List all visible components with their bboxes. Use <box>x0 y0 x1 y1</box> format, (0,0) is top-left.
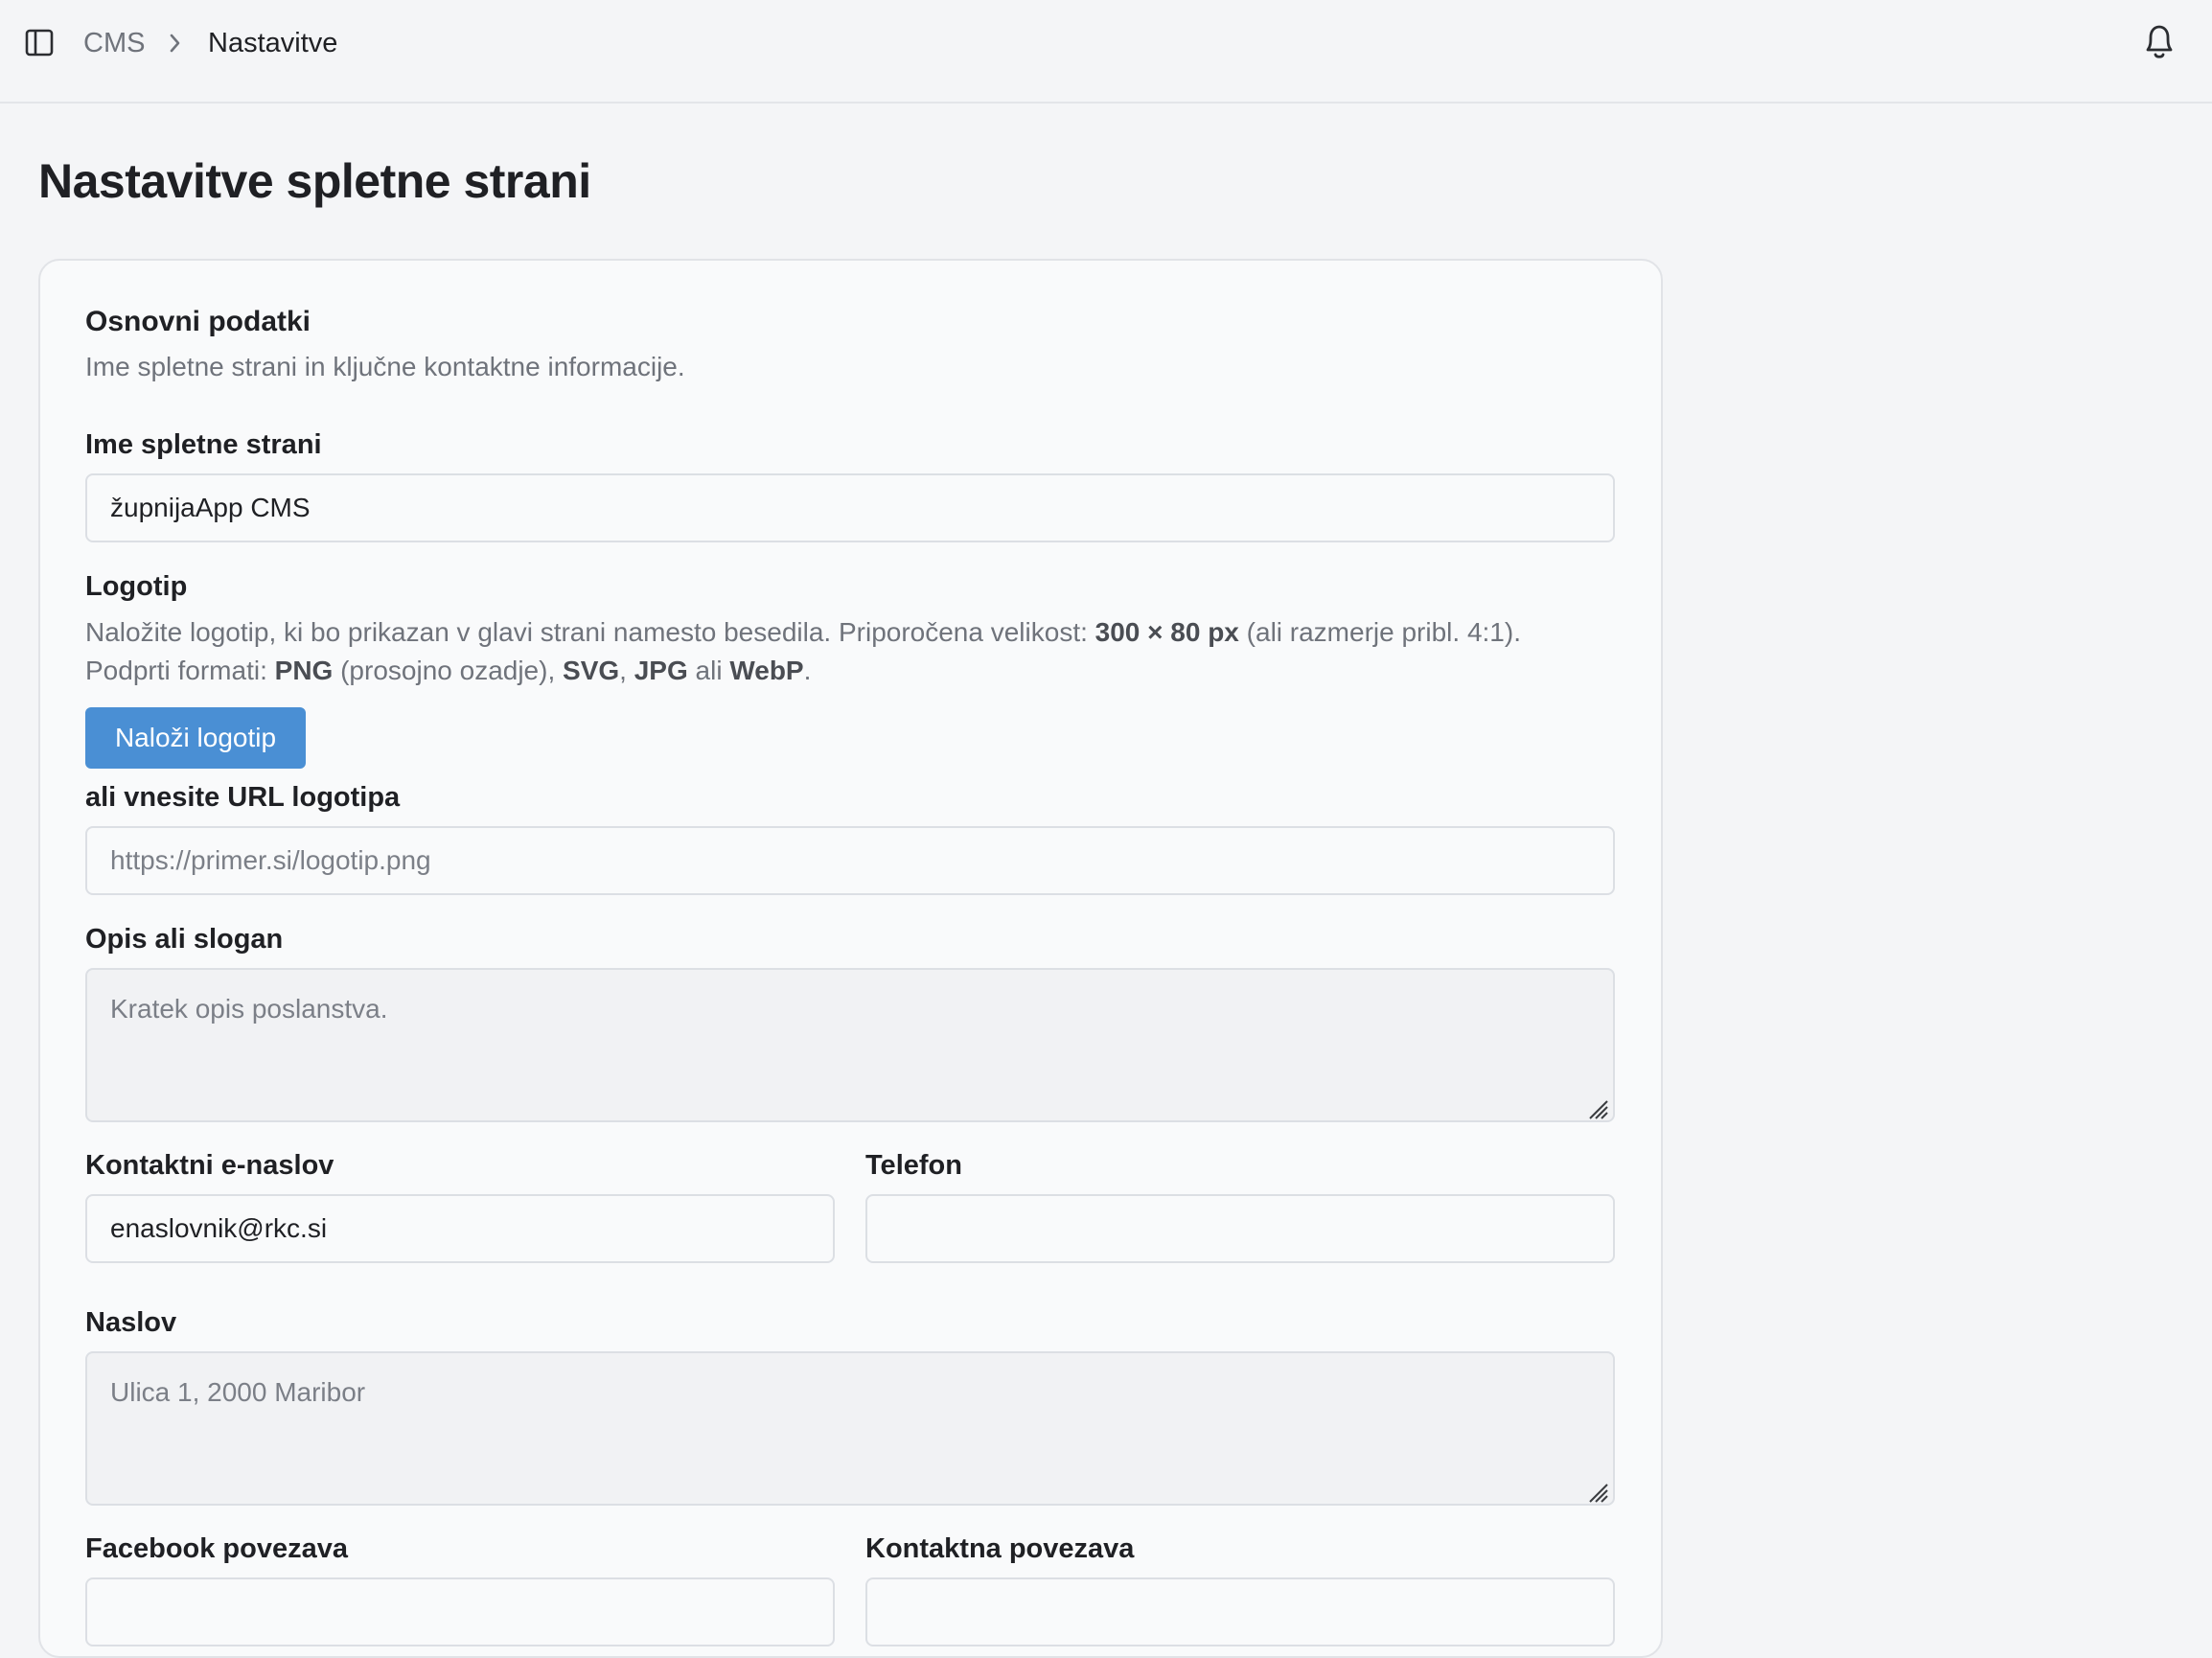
top-bar: CMS Nastavitve <box>0 0 2212 104</box>
logo-help-part: Podprti formati: <box>85 656 275 685</box>
facebook-label: Facebook povezava <box>85 1533 348 1564</box>
phone-label: Telefon <box>865 1150 962 1181</box>
chevron-right-icon <box>165 30 186 57</box>
format-webp: WebP <box>729 656 804 685</box>
logo-help-part: , <box>619 656 634 685</box>
section-description: Ime spletne strani in ključne kontaktne … <box>85 352 685 381</box>
logo-url-input[interactable]: https://primer.si/logotip.png <box>85 826 1615 895</box>
logo-help-part: (prosojno ozadje), <box>333 656 564 685</box>
tagline-placeholder: Kratek opis poslanstva. <box>110 994 388 1024</box>
logo-help-text: Naložite logotip, ki bo prikazan v glavi… <box>85 613 1676 690</box>
resize-handle-icon[interactable] <box>1586 1477 1609 1503</box>
sidebar-toggle-icon[interactable] <box>25 29 58 58</box>
contact-link-input[interactable] <box>865 1577 1615 1646</box>
email-input[interactable]: enaslovnik@rkc.si <box>85 1194 835 1263</box>
format-jpg: JPG <box>634 656 688 685</box>
logo-help-part: . <box>803 656 812 685</box>
logo-help-part: (ali razmerje pribl. 4:1). <box>1238 617 1521 647</box>
site-name-label: Ime spletne strani <box>85 429 322 460</box>
phone-input[interactable] <box>865 1194 1615 1263</box>
resize-handle-icon[interactable] <box>1586 1094 1609 1119</box>
address-textarea[interactable]: Ulica 1, 2000 Maribor <box>85 1351 1615 1506</box>
logo-help-size: 300 × 80 px <box>1094 617 1239 647</box>
format-png: PNG <box>274 656 334 685</box>
site-name-input[interactable]: župnijaApp CMS <box>85 473 1615 542</box>
format-svg: SVG <box>563 656 620 685</box>
logo-label: Logotip <box>85 571 188 602</box>
facebook-input[interactable] <box>85 1577 835 1646</box>
address-placeholder: Ulica 1, 2000 Maribor <box>110 1377 366 1407</box>
bell-icon[interactable] <box>2140 21 2178 63</box>
section-title: Osnovni podatki <box>85 306 311 337</box>
logo-url-label: ali vnesite URL logotipa <box>85 782 401 813</box>
breadcrumb-current: Nastavitve <box>208 28 338 58</box>
tagline-label: Opis ali slogan <box>85 924 284 955</box>
page-title: Nastavitve spletne strani <box>38 154 591 208</box>
contact-link-label: Kontaktna povezava <box>865 1533 1135 1564</box>
upload-logo-button[interactable]: Naloži logotip <box>85 707 306 769</box>
logo-help-part: ali <box>687 656 730 685</box>
address-label: Naslov <box>85 1307 177 1338</box>
logo-help-part: Naložite logotip, ki bo prikazan v glavi… <box>85 617 1095 647</box>
breadcrumb-root[interactable]: CMS <box>83 25 145 61</box>
email-label: Kontaktni e-naslov <box>85 1150 334 1181</box>
tagline-textarea[interactable]: Kratek opis poslanstva. <box>85 968 1615 1122</box>
